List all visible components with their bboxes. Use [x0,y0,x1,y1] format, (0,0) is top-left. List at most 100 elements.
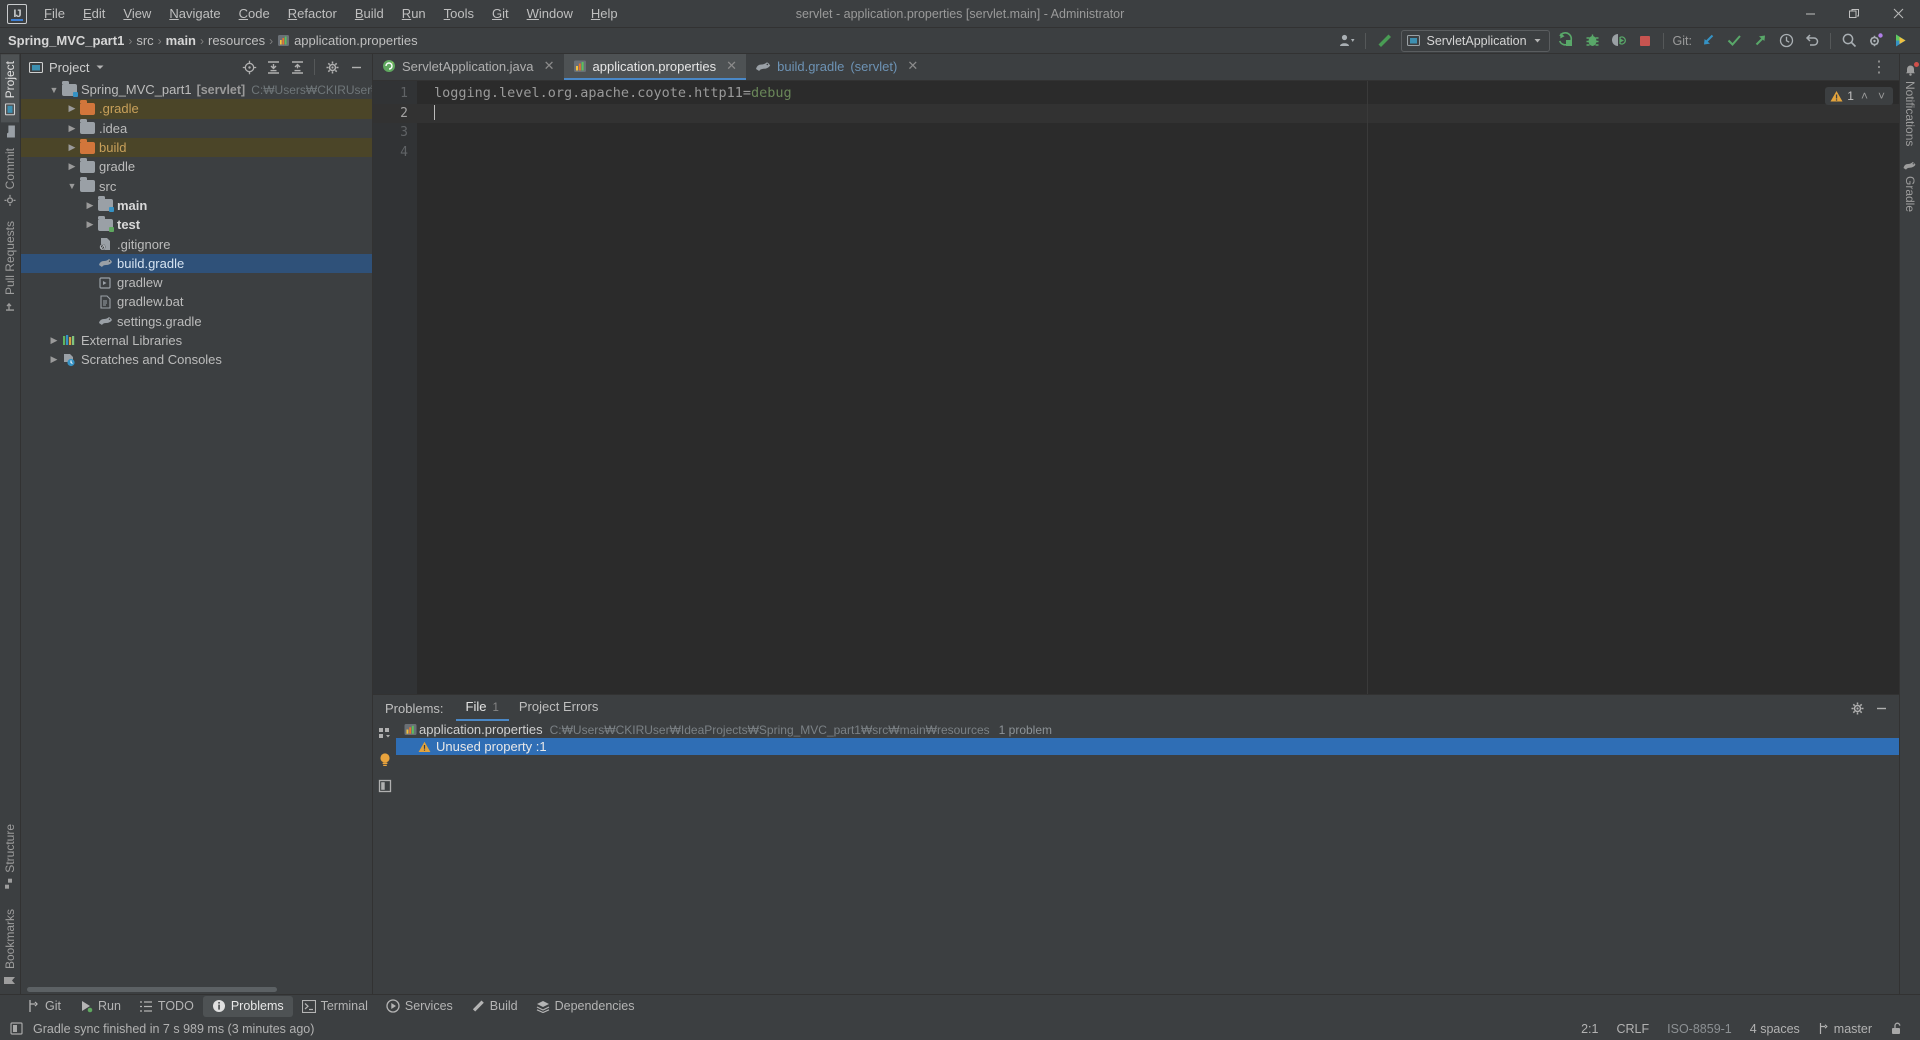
chevron-down-icon[interactable]: ▼ [47,85,61,95]
lightbulb-icon[interactable] [378,752,392,768]
bottom-tab-problems[interactable]: Problems [202,995,293,1017]
breadcrumb-item-project[interactable]: Spring_MVC_part1 [8,33,124,48]
tree-row-dot-gradle[interactable]: ▶ .gradle [21,99,372,119]
breadcrumb-item-main[interactable]: main [166,33,196,48]
menu-git[interactable]: Git [483,2,518,26]
tree-row-gitignore[interactable]: .gitignore [21,234,372,253]
tree-row-gradlew-bat[interactable]: gradlew.bat [21,292,372,311]
more-options-icon[interactable]: ⋮ [1865,57,1893,77]
chevron-right-icon[interactable]: ▶ [65,161,79,172]
history-icon[interactable] [1773,29,1799,53]
tree-row-test[interactable]: ▶ test [21,215,372,234]
problems-file-row[interactable]: application.properties C:₩Users₩CKIRUser… [396,721,1899,738]
chevron-right-icon[interactable]: ▶ [83,219,97,230]
tab-project-errors[interactable]: Project Errors [509,695,608,721]
menu-code[interactable]: Code [230,2,279,26]
code-area[interactable]: logging.level.org.apache.coyote.http11=d… [417,81,1899,694]
editor-body[interactable]: 1 2 3 4 logging.level.org.apache.coyote.… [373,81,1899,694]
previous-problem-icon[interactable]: ˄ [1858,89,1871,103]
chevron-down-icon[interactable]: ▼ [65,181,79,191]
problems-issue-row[interactable]: Unused property :1 [396,738,1899,755]
file-encoding[interactable]: ISO-8859-1 [1658,1022,1741,1036]
bottom-tab-terminal[interactable]: Terminal [293,996,377,1017]
breadcrumb-item-resources[interactable]: resources [208,33,265,48]
menu-edit[interactable]: Edit [74,2,114,26]
settings-icon[interactable] [320,56,344,78]
tab-build-gradle[interactable]: build.gradle (servlet) ✕ [746,54,927,80]
expand-all-icon[interactable] [261,56,285,78]
chevron-right-icon[interactable]: ▶ [47,335,61,346]
git-commit-icon[interactable] [1721,29,1747,53]
inspection-widget[interactable]: 1 ˄ ˅ [1825,87,1893,105]
chevron-down-icon[interactable] [95,62,105,72]
problems-list[interactable]: application.properties C:₩Users₩CKIRUser… [396,721,1899,994]
sidebar-icon-folder[interactable] [2,122,19,141]
preview-icon[interactable] [378,779,392,793]
settings-icon[interactable] [1862,29,1888,53]
chevron-right-icon[interactable]: ▶ [65,142,79,153]
menu-window[interactable]: Window [518,2,582,26]
chevron-right-icon[interactable]: ▶ [47,354,61,365]
bottom-tab-git[interactable]: Git [18,996,70,1017]
tree-row-build[interactable]: ▶ build [21,137,372,158]
bottom-tab-dependencies[interactable]: Dependencies [527,996,644,1017]
maximize-button[interactable] [1832,0,1876,28]
close-button[interactable] [1876,0,1920,28]
memory-indicator-icon[interactable] [10,1022,23,1035]
tree-row-dot-idea[interactable]: ▶ .idea [21,119,372,138]
rollback-icon[interactable] [1799,29,1825,53]
menu-navigate[interactable]: Navigate [160,2,229,26]
settings-icon[interactable] [1845,697,1869,719]
tree-row-settings-gradle[interactable]: settings.gradle [21,312,372,331]
chevron-right-icon[interactable]: ▶ [83,200,97,211]
sidebar-item-notifications[interactable]: Notifications [1901,54,1919,153]
sidebar-item-structure[interactable]: Structure [1,817,19,897]
sidebar-item-bookmarks[interactable]: Bookmarks [1,897,19,994]
close-icon[interactable]: ✕ [725,58,738,74]
bottom-tab-run[interactable]: Run [70,996,130,1017]
chevron-right-icon[interactable]: ▶ [65,123,79,134]
build-hammer-icon[interactable] [1371,29,1397,53]
menu-run[interactable]: Run [393,2,435,26]
tree-row-main[interactable]: ▶ main [21,196,372,215]
git-update-icon[interactable] [1695,29,1721,53]
indent-setting[interactable]: 4 spaces [1741,1022,1809,1036]
coverage-icon[interactable] [1606,29,1632,53]
close-icon[interactable]: ✕ [906,58,919,74]
close-icon[interactable]: ✕ [543,58,556,74]
menu-tools[interactable]: Tools [435,2,483,26]
run-icon[interactable] [1554,29,1580,53]
project-panel-title-group[interactable]: Project [29,60,105,75]
run-configuration-selector[interactable]: ServletApplication [1401,29,1550,52]
minimize-button[interactable] [1788,0,1832,28]
sidebar-item-project[interactable]: Project [1,54,19,123]
user-accounts-icon[interactable] [1334,29,1360,53]
tab-servlet-application-java[interactable]: ServletApplication.java ✕ [373,54,564,80]
tree-row-build-gradle[interactable]: build.gradle [21,253,372,273]
group-by-icon[interactable] [378,727,392,741]
git-push-icon[interactable] [1747,29,1773,53]
chevron-right-icon[interactable]: ▶ [65,103,79,114]
bottom-tab-build[interactable]: Build [462,996,527,1017]
unlocked-padlock-icon[interactable] [1881,1022,1912,1035]
line-separator[interactable]: CRLF [1607,1022,1658,1036]
collapse-all-icon[interactable] [285,56,309,78]
ai-assistant-icon[interactable] [1888,29,1914,53]
bottom-tab-todo[interactable]: TODO [130,996,203,1017]
project-tree[interactable]: ▼ Spring_MVC_part1 [servlet] C:₩Users₩CK… [21,80,372,994]
search-everywhere-icon[interactable] [1836,29,1862,53]
menu-refactor[interactable]: Refactor [279,2,346,26]
breadcrumb-item-file[interactable]: application.properties [294,33,418,48]
hide-panel-icon[interactable] [1869,697,1893,719]
tree-row-gradle[interactable]: ▶ gradle [21,157,372,176]
project-horizontal-scrollbar[interactable] [21,985,372,994]
next-problem-icon[interactable]: ˅ [1875,89,1888,103]
breadcrumb-item-src[interactable]: src [136,33,153,48]
sidebar-item-commit[interactable]: Commit [1,141,19,213]
editor-gutter[interactable]: 1 2 3 4 [373,81,417,694]
sidebar-item-gradle[interactable]: Gradle [1901,153,1919,219]
menu-view[interactable]: View [114,2,160,26]
sidebar-item-pull-requests[interactable]: Pull Requests [1,214,19,319]
caret-position[interactable]: 2:1 [1572,1022,1607,1036]
menu-build[interactable]: Build [346,2,393,26]
